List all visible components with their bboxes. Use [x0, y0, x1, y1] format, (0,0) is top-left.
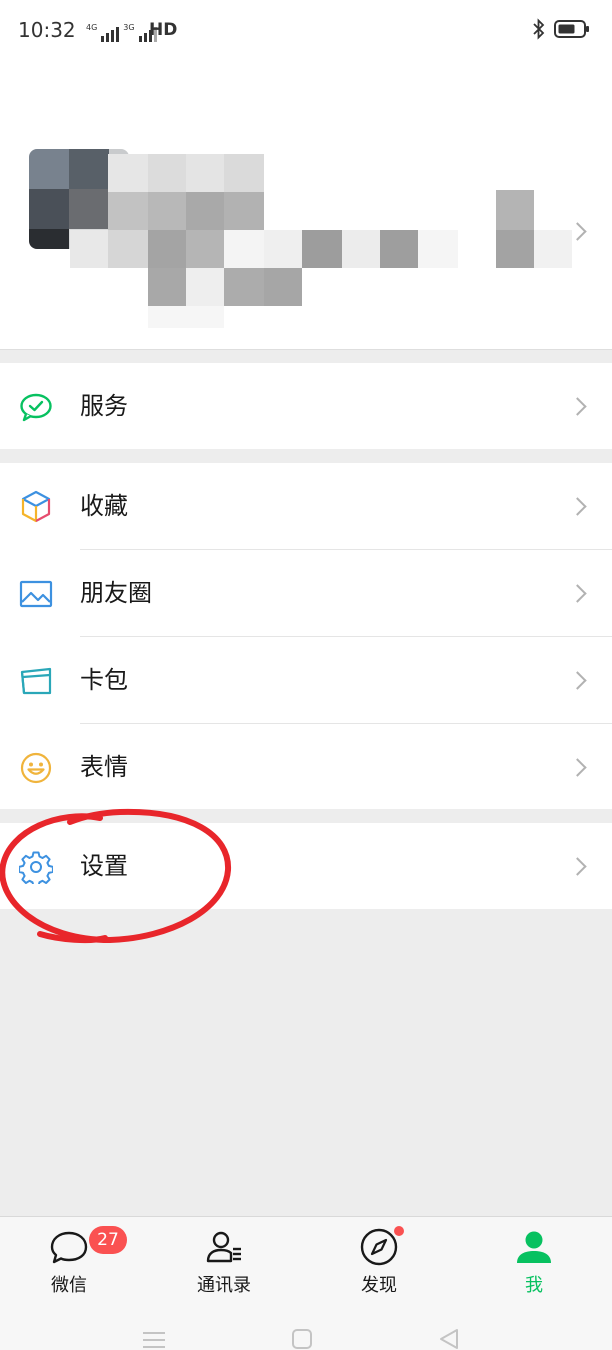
menu-item-favorites[interactable]: 收藏	[0, 463, 612, 550]
menu-item-stickers[interactable]: 表情	[0, 724, 612, 811]
system-nav-bar	[0, 1304, 612, 1350]
signal-bars-1-icon	[101, 27, 120, 42]
favorites-cube-icon	[18, 489, 54, 525]
menu-group-main: 收藏 朋友圈 卡包 表情	[0, 463, 612, 809]
hd-indicator: HD	[149, 20, 178, 40]
tab-me[interactable]: 我	[474, 1217, 594, 1305]
network-type-2: 3G	[123, 23, 135, 32]
compass-icon	[360, 1228, 398, 1266]
notification-dot	[394, 1226, 404, 1236]
name-pixelated	[0, 62, 612, 349]
unread-badge: 27	[89, 1226, 127, 1254]
menu-item-cards[interactable]: 卡包	[0, 637, 612, 724]
tab-chats-label: 微信	[51, 1275, 87, 1296]
moments-picture-icon	[18, 576, 54, 612]
chevron-right-icon	[568, 857, 587, 876]
home-icon[interactable]	[291, 1328, 313, 1350]
chevron-right-icon	[568, 497, 587, 516]
menu-icon[interactable]	[142, 1330, 166, 1350]
menu-item-moments[interactable]: 朋友圈	[0, 550, 612, 637]
menu-group-services: 服务	[0, 363, 612, 449]
network-indicator: 4G 3G	[86, 20, 157, 42]
status-right	[532, 18, 590, 40]
chevron-right-icon	[568, 758, 587, 777]
status-bar: 10:32 4G 3G HD	[0, 0, 612, 62]
cards-label: 卡包	[80, 666, 128, 694]
sticker-smiley-icon	[18, 750, 54, 786]
bottom-tab-bar: 27 微信 通讯录 发现 我	[0, 1216, 612, 1305]
person-icon	[517, 1231, 551, 1263]
services-icon	[18, 389, 54, 425]
chevron-right-icon	[568, 397, 587, 416]
chevron-right-icon	[568, 671, 587, 690]
tab-discover-label: 发现	[361, 1275, 397, 1296]
contacts-icon	[206, 1231, 241, 1263]
profile-card[interactable]	[0, 62, 612, 350]
stickers-label: 表情	[80, 753, 128, 781]
bluetooth-icon	[533, 18, 545, 40]
tab-me-label: 我	[525, 1275, 543, 1296]
menu-group-settings: 设置	[0, 823, 612, 909]
tab-discover[interactable]: 发现	[319, 1217, 439, 1305]
status-time: 10:32	[18, 18, 76, 42]
tab-contacts[interactable]: 通讯录	[164, 1217, 284, 1305]
services-label: 服务	[80, 392, 128, 420]
chat-bubble-icon	[50, 1231, 88, 1264]
chevron-right-icon	[568, 584, 587, 603]
favorites-label: 收藏	[80, 492, 128, 520]
menu-item-settings[interactable]: 设置	[0, 823, 612, 910]
tab-chats[interactable]: 27 微信	[9, 1217, 129, 1305]
back-icon[interactable]	[438, 1328, 460, 1350]
network-type-1: 4G	[86, 23, 98, 32]
settings-label: 设置	[80, 852, 128, 880]
tab-contacts-label: 通讯录	[197, 1275, 251, 1296]
card-wallet-icon	[18, 663, 54, 699]
settings-gear-icon	[18, 849, 54, 885]
battery-icon	[554, 20, 589, 38]
moments-label: 朋友圈	[80, 579, 152, 607]
menu-item-services[interactable]: 服务	[0, 363, 612, 450]
